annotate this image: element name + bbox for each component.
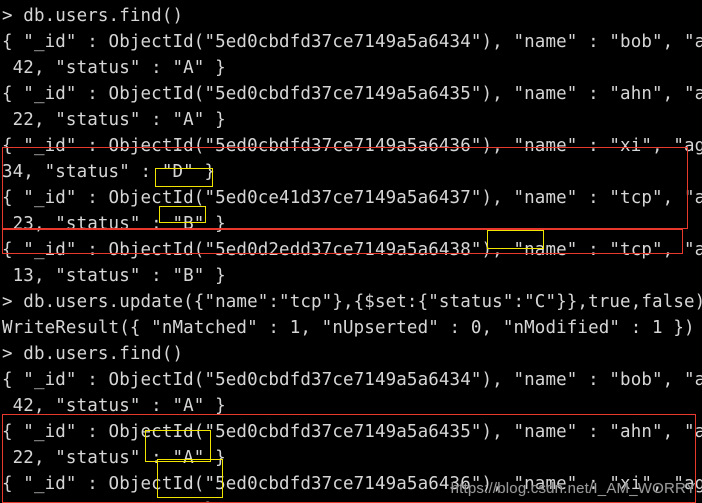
terminal-line: 42, "status" : "A" } (2, 58, 226, 78)
terminal-line-write-result: WriteResult({ "nMatched" : 1, "nUpserted… (2, 318, 695, 338)
terminal-output: > db.users.find() { "_id" : ObjectId("5e… (0, 0, 702, 503)
terminal-line: { "_id" : ObjectId("5ed0ce41d37ce7149a5a… (2, 188, 702, 208)
terminal-line: { "_id" : ObjectId("5ed0d2edd37ce7149a5a… (2, 240, 702, 260)
terminal-line: 34, "status" : "D" } (2, 497, 702, 503)
terminal-line: > db.users.find() (2, 6, 184, 26)
watermark-text: https://blog.csdn.net/I_AM_WORRY (450, 480, 696, 497)
terminal-line: 13, "status" : "B" } (2, 266, 226, 286)
terminal-line: { "_id" : ObjectId("5ed0cbdfd37ce7149a5a… (2, 32, 702, 52)
terminal-line: { "_id" : ObjectId("5ed0cbdfd37ce7149a5a… (2, 84, 702, 104)
terminal-window[interactable]: > db.users.find() { "_id" : ObjectId("5e… (0, 0, 702, 503)
terminal-line: { "_id" : ObjectId("5ed0cbdfd37ce7149a5a… (2, 136, 702, 156)
terminal-line: 42, "status" : "A" } (2, 396, 226, 416)
terminal-line: 22, "status" : "A" } (2, 448, 226, 468)
terminal-line: 23, "status" : "B" } (2, 214, 226, 234)
terminal-line: { "_id" : ObjectId("5ed0cbdfd37ce7149a5a… (2, 422, 702, 442)
terminal-line: { "_id" : ObjectId("5ed0cbdfd37ce7149a5a… (2, 370, 702, 390)
terminal-line: 22, "status" : "A" } (2, 110, 226, 130)
terminal-line: 34, "status" : "D" } (2, 162, 216, 182)
terminal-line-update-command: > db.users.update({"name":"tcp"},{$set:{… (2, 292, 702, 312)
terminal-line: > db.users.find() (2, 344, 184, 364)
